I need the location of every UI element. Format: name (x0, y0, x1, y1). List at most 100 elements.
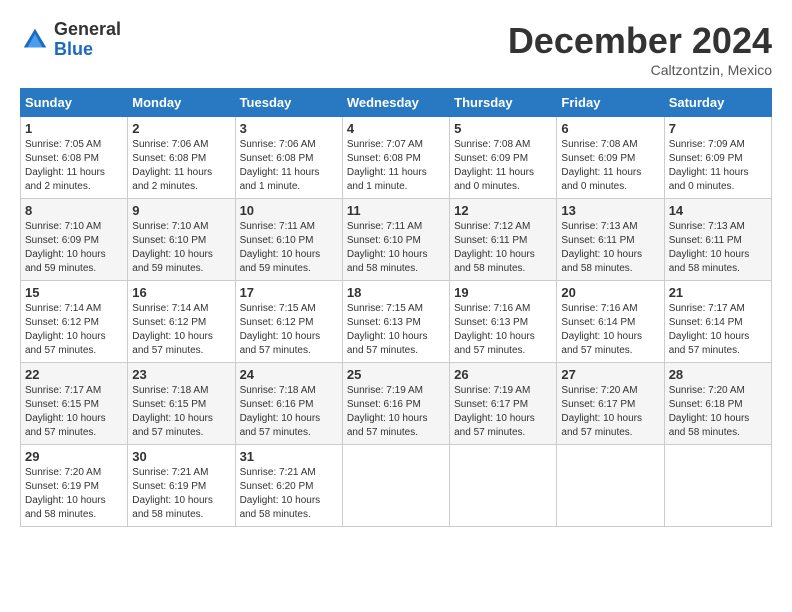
day-info: Sunrise: 7:16 AM Sunset: 6:14 PM Dayligh… (561, 302, 659, 358)
logo-blue: Blue (54, 40, 121, 60)
calendar-cell: 7 Sunrise: 7:09 AM Sunset: 6:09 PM Dayli… (664, 117, 771, 199)
calendar-cell: 19 Sunrise: 7:16 AM Sunset: 6:13 PM Dayl… (450, 281, 557, 363)
day-info: Sunrise: 7:20 AM Sunset: 6:19 PM Dayligh… (25, 466, 123, 522)
calendar-week-1: 1 Sunrise: 7:05 AM Sunset: 6:08 PM Dayli… (21, 117, 772, 199)
day-info: Sunrise: 7:13 AM Sunset: 6:11 PM Dayligh… (669, 220, 767, 276)
day-info: Sunrise: 7:08 AM Sunset: 6:09 PM Dayligh… (561, 138, 659, 194)
weekday-header-sunday: Sunday (21, 89, 128, 117)
title-section: December 2024 Caltzontzin, Mexico (508, 20, 772, 78)
logo-icon (20, 25, 50, 55)
day-number: 13 (561, 203, 659, 218)
calendar-week-3: 15 Sunrise: 7:14 AM Sunset: 6:12 PM Dayl… (21, 281, 772, 363)
day-info: Sunrise: 7:19 AM Sunset: 6:17 PM Dayligh… (454, 384, 552, 440)
day-number: 2 (132, 121, 230, 136)
calendar-cell: 18 Sunrise: 7:15 AM Sunset: 6:13 PM Dayl… (342, 281, 449, 363)
calendar-cell: 31 Sunrise: 7:21 AM Sunset: 6:20 PM Dayl… (235, 445, 342, 527)
day-info: Sunrise: 7:13 AM Sunset: 6:11 PM Dayligh… (561, 220, 659, 276)
day-info: Sunrise: 7:12 AM Sunset: 6:11 PM Dayligh… (454, 220, 552, 276)
day-info: Sunrise: 7:10 AM Sunset: 6:10 PM Dayligh… (132, 220, 230, 276)
day-info: Sunrise: 7:21 AM Sunset: 6:20 PM Dayligh… (240, 466, 338, 522)
day-number: 23 (132, 367, 230, 382)
day-number: 18 (347, 285, 445, 300)
day-number: 29 (25, 449, 123, 464)
day-info: Sunrise: 7:14 AM Sunset: 6:12 PM Dayligh… (132, 302, 230, 358)
day-number: 31 (240, 449, 338, 464)
calendar-cell: 5 Sunrise: 7:08 AM Sunset: 6:09 PM Dayli… (450, 117, 557, 199)
page-header: General Blue December 2024 Caltzontzin, … (20, 20, 772, 78)
calendar-cell: 17 Sunrise: 7:15 AM Sunset: 6:12 PM Dayl… (235, 281, 342, 363)
day-number: 24 (240, 367, 338, 382)
logo-general: General (54, 20, 121, 40)
day-info: Sunrise: 7:06 AM Sunset: 6:08 PM Dayligh… (240, 138, 338, 194)
calendar-cell: 8 Sunrise: 7:10 AM Sunset: 6:09 PM Dayli… (21, 199, 128, 281)
day-number: 30 (132, 449, 230, 464)
day-number: 15 (25, 285, 123, 300)
day-info: Sunrise: 7:11 AM Sunset: 6:10 PM Dayligh… (347, 220, 445, 276)
logo: General Blue (20, 20, 121, 60)
calendar-cell: 11 Sunrise: 7:11 AM Sunset: 6:10 PM Dayl… (342, 199, 449, 281)
calendar-cell: 26 Sunrise: 7:19 AM Sunset: 6:17 PM Dayl… (450, 363, 557, 445)
day-number: 10 (240, 203, 338, 218)
calendar-body: 1 Sunrise: 7:05 AM Sunset: 6:08 PM Dayli… (21, 117, 772, 527)
calendar-week-4: 22 Sunrise: 7:17 AM Sunset: 6:15 PM Dayl… (21, 363, 772, 445)
weekday-header-saturday: Saturday (664, 89, 771, 117)
day-info: Sunrise: 7:20 AM Sunset: 6:17 PM Dayligh… (561, 384, 659, 440)
month-title: December 2024 (508, 20, 772, 62)
day-info: Sunrise: 7:06 AM Sunset: 6:08 PM Dayligh… (132, 138, 230, 194)
day-info: Sunrise: 7:21 AM Sunset: 6:19 PM Dayligh… (132, 466, 230, 522)
day-number: 9 (132, 203, 230, 218)
weekday-header-friday: Friday (557, 89, 664, 117)
calendar-cell: 21 Sunrise: 7:17 AM Sunset: 6:14 PM Dayl… (664, 281, 771, 363)
calendar-cell (450, 445, 557, 527)
day-info: Sunrise: 7:19 AM Sunset: 6:16 PM Dayligh… (347, 384, 445, 440)
day-number: 21 (669, 285, 767, 300)
day-number: 7 (669, 121, 767, 136)
weekday-header-tuesday: Tuesday (235, 89, 342, 117)
day-info: Sunrise: 7:10 AM Sunset: 6:09 PM Dayligh… (25, 220, 123, 276)
calendar-cell: 24 Sunrise: 7:18 AM Sunset: 6:16 PM Dayl… (235, 363, 342, 445)
weekday-header-monday: Monday (128, 89, 235, 117)
day-info: Sunrise: 7:15 AM Sunset: 6:12 PM Dayligh… (240, 302, 338, 358)
day-info: Sunrise: 7:08 AM Sunset: 6:09 PM Dayligh… (454, 138, 552, 194)
day-number: 16 (132, 285, 230, 300)
day-number: 27 (561, 367, 659, 382)
day-number: 20 (561, 285, 659, 300)
calendar-cell: 4 Sunrise: 7:07 AM Sunset: 6:08 PM Dayli… (342, 117, 449, 199)
day-info: Sunrise: 7:16 AM Sunset: 6:13 PM Dayligh… (454, 302, 552, 358)
day-info: Sunrise: 7:20 AM Sunset: 6:18 PM Dayligh… (669, 384, 767, 440)
calendar-cell: 1 Sunrise: 7:05 AM Sunset: 6:08 PM Dayli… (21, 117, 128, 199)
day-info: Sunrise: 7:18 AM Sunset: 6:15 PM Dayligh… (132, 384, 230, 440)
day-number: 11 (347, 203, 445, 218)
weekday-header-row: SundayMondayTuesdayWednesdayThursdayFrid… (21, 89, 772, 117)
calendar-cell: 23 Sunrise: 7:18 AM Sunset: 6:15 PM Dayl… (128, 363, 235, 445)
calendar-cell: 22 Sunrise: 7:17 AM Sunset: 6:15 PM Dayl… (21, 363, 128, 445)
day-number: 4 (347, 121, 445, 136)
day-number: 19 (454, 285, 552, 300)
calendar-cell: 6 Sunrise: 7:08 AM Sunset: 6:09 PM Dayli… (557, 117, 664, 199)
weekday-header-thursday: Thursday (450, 89, 557, 117)
calendar-table: SundayMondayTuesdayWednesdayThursdayFrid… (20, 88, 772, 527)
calendar-cell: 28 Sunrise: 7:20 AM Sunset: 6:18 PM Dayl… (664, 363, 771, 445)
calendar-cell: 9 Sunrise: 7:10 AM Sunset: 6:10 PM Dayli… (128, 199, 235, 281)
calendar-header: SundayMondayTuesdayWednesdayThursdayFrid… (21, 89, 772, 117)
day-info: Sunrise: 7:18 AM Sunset: 6:16 PM Dayligh… (240, 384, 338, 440)
day-number: 28 (669, 367, 767, 382)
day-number: 14 (669, 203, 767, 218)
day-number: 6 (561, 121, 659, 136)
day-number: 3 (240, 121, 338, 136)
calendar-cell: 10 Sunrise: 7:11 AM Sunset: 6:10 PM Dayl… (235, 199, 342, 281)
weekday-header-wednesday: Wednesday (342, 89, 449, 117)
day-info: Sunrise: 7:11 AM Sunset: 6:10 PM Dayligh… (240, 220, 338, 276)
calendar-cell: 3 Sunrise: 7:06 AM Sunset: 6:08 PM Dayli… (235, 117, 342, 199)
calendar-cell: 14 Sunrise: 7:13 AM Sunset: 6:11 PM Dayl… (664, 199, 771, 281)
day-info: Sunrise: 7:07 AM Sunset: 6:08 PM Dayligh… (347, 138, 445, 194)
day-info: Sunrise: 7:14 AM Sunset: 6:12 PM Dayligh… (25, 302, 123, 358)
day-number: 1 (25, 121, 123, 136)
calendar-cell: 20 Sunrise: 7:16 AM Sunset: 6:14 PM Dayl… (557, 281, 664, 363)
day-number: 17 (240, 285, 338, 300)
calendar-cell (664, 445, 771, 527)
calendar-cell: 30 Sunrise: 7:21 AM Sunset: 6:19 PM Dayl… (128, 445, 235, 527)
calendar-week-5: 29 Sunrise: 7:20 AM Sunset: 6:19 PM Dayl… (21, 445, 772, 527)
calendar-cell: 25 Sunrise: 7:19 AM Sunset: 6:16 PM Dayl… (342, 363, 449, 445)
day-number: 25 (347, 367, 445, 382)
